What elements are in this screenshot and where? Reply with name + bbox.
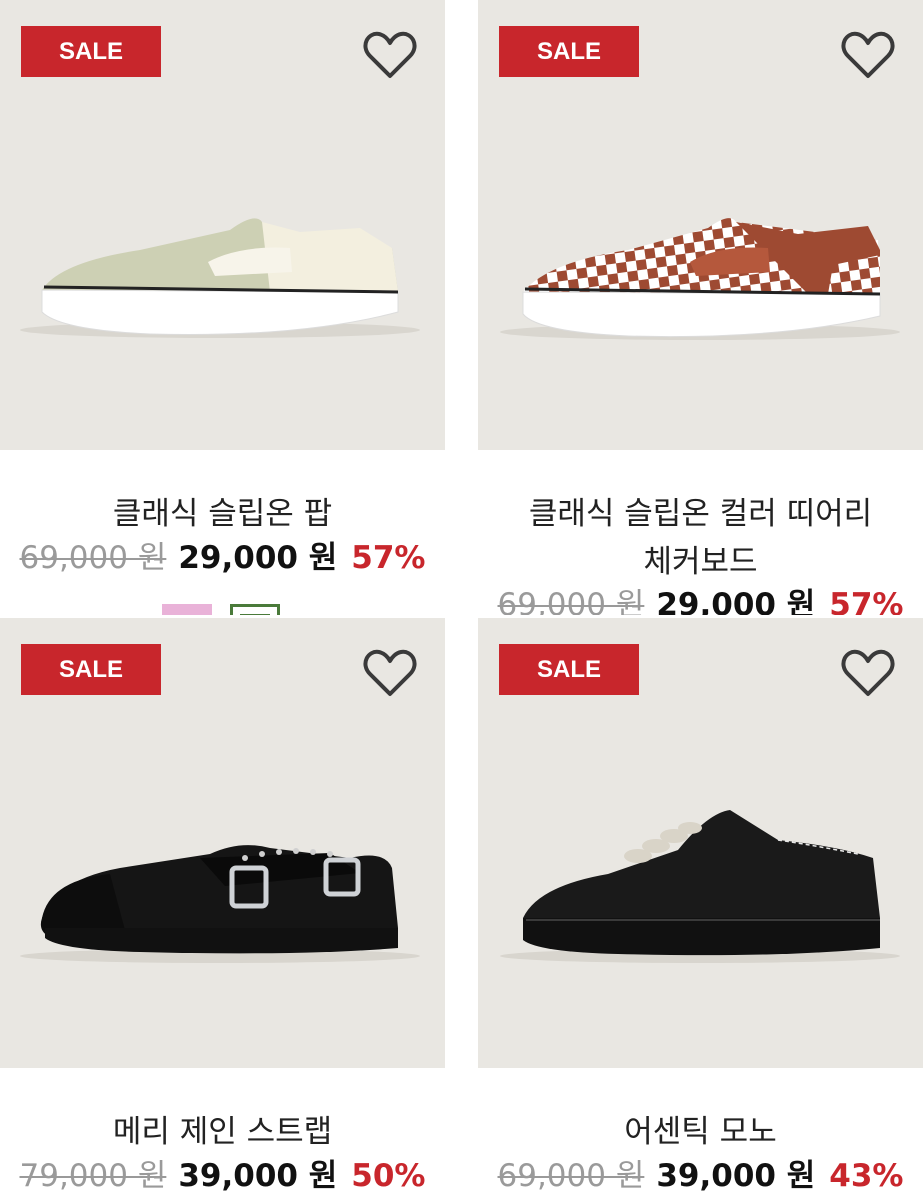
product-name[interactable]: 클래식 슬립온 컬러 띠어리 체커보드 <box>478 490 923 586</box>
sale-badge: SALE <box>499 644 639 695</box>
price-row: 69,000 원 39,000 원 43% <box>478 1156 923 1196</box>
product-image[interactable]: SALE <box>0 618 445 1068</box>
price-row: 69,000 원 29,000 원 57% <box>478 585 923 615</box>
discount-rate: 57% <box>351 540 426 576</box>
original-price: 79,000 원 <box>19 1158 167 1194</box>
discount-rate: 50% <box>351 1158 426 1194</box>
product-name[interactable]: 메리 제인 스트랩 <box>0 1108 445 1156</box>
product-name-line-1: 클래식 슬립온 컬러 띠어리 <box>528 496 873 532</box>
product-name[interactable]: 어센틱 모노 <box>478 1108 923 1156</box>
original-price: 69,000 원 <box>497 587 645 615</box>
product-card[interactable]: SALE 어센틱 모노 69,000 원 39,000 원 43% <box>478 618 923 1199</box>
sale-badge: SALE <box>499 26 639 77</box>
original-price: 69,000 원 <box>497 1158 645 1194</box>
product-image[interactable]: SALE <box>478 0 923 450</box>
product-image[interactable]: SALE <box>478 618 923 1068</box>
heart-icon[interactable] <box>840 28 896 82</box>
heart-icon[interactable] <box>362 646 418 700</box>
price-row: 79,000 원 39,000 원 50% <box>0 1156 445 1196</box>
discount-rate: 43% <box>829 1158 904 1194</box>
product-name[interactable]: 클래식 슬립온 팝 <box>0 490 445 538</box>
discount-rate: 57% <box>829 587 904 615</box>
price-row: 69,000 원 29,000 원 57% <box>0 538 445 578</box>
product-card[interactable]: SALE 메리 제인 스트랩 79,000 원 39,000 원 50% <box>0 618 445 1199</box>
sale-price: 39,000 원 <box>178 1158 338 1194</box>
color-swatch-green[interactable] <box>230 604 280 615</box>
sale-badge: SALE <box>21 26 161 77</box>
sale-price: 29,000 원 <box>656 587 816 615</box>
sale-price: 39,000 원 <box>656 1158 816 1194</box>
heart-icon[interactable] <box>362 28 418 82</box>
heart-icon[interactable] <box>840 646 896 700</box>
product-name-line-2: 체커보드 <box>643 544 758 580</box>
color-swatch-pink[interactable] <box>162 604 212 615</box>
product-image[interactable]: SALE <box>0 0 445 450</box>
product-card[interactable]: SALE 클래식 슬립온 컬러 띠어리 체커보드 69,000 원 29,000 … <box>478 0 923 615</box>
original-price: 69,000 원 <box>19 540 167 576</box>
product-card[interactable]: SALE 클래식 슬립온 팝 69,000 원 29,000 원 57% <box>0 0 445 615</box>
sale-badge: SALE <box>21 644 161 695</box>
sale-price: 29,000 원 <box>178 540 338 576</box>
